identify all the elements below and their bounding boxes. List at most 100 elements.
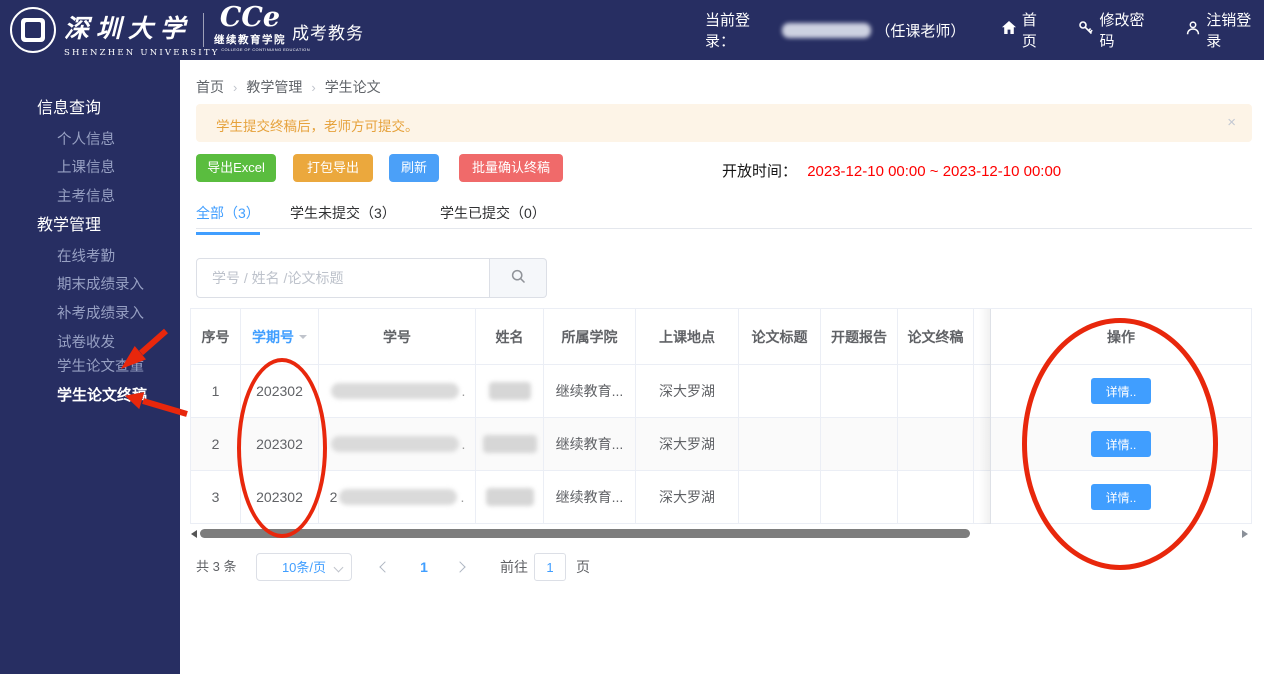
cell-name <box>476 471 544 524</box>
cell-action: 详情.. <box>991 365 1252 418</box>
nav-logout[interactable]: 注销登录 <box>1185 9 1264 51</box>
sidebar-item-paper-delivery[interactable]: 试卷收发 <box>0 332 180 354</box>
key-icon <box>1078 20 1099 40</box>
sidebar-item-final-grades[interactable]: 期末成绩录入 <box>0 274 180 296</box>
package-export-button[interactable]: 打包导出 <box>293 154 373 182</box>
cell-clipped <box>974 471 991 524</box>
cell-title <box>739 365 821 418</box>
sidebar-item-attendance[interactable]: 在线考勤 <box>0 246 180 268</box>
nav-home-label: 首页 <box>1021 12 1037 50</box>
open-time-value: 2023-12-10 00:00 ~ 2023-12-10 00:00 <box>807 163 1062 180</box>
col-header-action: 操作 <box>991 309 1252 365</box>
cell-clipped <box>974 365 991 418</box>
cell-location: 深大罗湖 <box>636 365 739 418</box>
tab-all[interactable]: 全部（3） <box>196 203 260 235</box>
student-no-redacted <box>339 489 458 505</box>
cell-proposal <box>821 365 898 418</box>
export-excel-button[interactable]: 导出Excel <box>196 154 276 182</box>
close-icon[interactable]: × <box>1227 114 1236 131</box>
cell-proposal <box>821 471 898 524</box>
college-name-en: COLLEGE OF CONTINUING EDUCATION <box>221 47 310 53</box>
cell-clipped <box>974 418 991 471</box>
nav-change-password[interactable]: 修改密码 <box>1078 9 1157 51</box>
top-header: 深圳大学 SHENZHEN UNIVERSITY CCe 继续教育学院 COLL… <box>0 0 1264 60</box>
sidebar-section-teaching: 教学管理 <box>37 217 102 234</box>
university-name-cn: 深圳大学 <box>64 14 193 43</box>
page-size-select[interactable]: 10条/页 <box>256 553 352 581</box>
name-redacted <box>485 488 534 506</box>
cell-location: 深大罗湖 <box>636 418 739 471</box>
notice-banner: 学生提交终稿后，老师方可提交。 × <box>196 104 1252 142</box>
sidebar-item-thesis-final[interactable]: 学生论文终稿 <box>0 385 180 407</box>
col-header-proposal: 开题报告 <box>821 309 898 365</box>
cell-index: 2 <box>191 418 241 471</box>
student-no-redacted <box>330 436 459 452</box>
cell-proposal <box>821 418 898 471</box>
university-logo: 深圳大学 SHENZHEN UNIVERSITY <box>64 9 220 58</box>
cell-action: 详情.. <box>991 418 1252 471</box>
search-icon <box>510 268 527 288</box>
sidebar: 信息查询 个人信息 上课信息 主考信息 教学管理 在线考勤 期末成绩录入 补考成… <box>0 60 180 674</box>
sidebar-section-info: 信息查询 <box>37 100 102 117</box>
breadcrumb-teaching[interactable]: 教学管理 <box>246 77 302 97</box>
hscroll-right-arrow-icon[interactable] <box>1242 530 1248 538</box>
breadcrumb: 首页 › 教学管理 › 学生论文 <box>196 77 381 97</box>
cell-location: 深大罗湖 <box>636 471 739 524</box>
sidebar-item-exam-info[interactable]: 主考信息 <box>0 186 180 208</box>
cell-index: 3 <box>191 471 241 524</box>
cell-name <box>476 418 544 471</box>
nav-change-password-label: 修改密码 <box>1099 12 1145 50</box>
sidebar-item-thesis-check[interactable]: 学生论文查重 <box>0 356 180 378</box>
search-button[interactable] <box>490 258 547 298</box>
current-page[interactable]: 1 <box>412 553 436 581</box>
breadcrumb-separator-icon: › <box>233 79 238 95</box>
nav-home[interactable]: 首页 <box>1001 9 1051 51</box>
student-no-suffix: . <box>461 383 466 399</box>
col-header-term[interactable]: 学期号 <box>241 309 319 365</box>
detail-button[interactable]: 详情.. <box>1091 431 1151 457</box>
notice-text: 学生提交终稿后，老师方可提交。 <box>216 119 419 134</box>
login-role: （任课老师） <box>875 22 966 40</box>
chevron-down-icon <box>333 562 344 573</box>
table-header-row: 序号 学期号 学号 姓名 所属学院 上课地点 论文标题 开题报告 论文终稿 操作 <box>191 309 1252 365</box>
search-input[interactable] <box>196 258 490 298</box>
col-header-term-label: 学期号 <box>252 328 294 345</box>
col-header-index: 序号 <box>191 309 241 365</box>
detail-button[interactable]: 详情.. <box>1091 378 1151 404</box>
cell-term: 202302 <box>241 471 319 524</box>
breadcrumb-home[interactable]: 首页 <box>196 77 224 97</box>
student-no-suffix: . <box>461 436 466 452</box>
university-seal-icon <box>10 7 56 53</box>
hscroll-thumb[interactable] <box>200 529 970 538</box>
cell-action: 详情.. <box>991 471 1252 524</box>
batch-confirm-button[interactable]: 批量确认终稿 <box>459 154 563 182</box>
nav-logout-label: 注销登录 <box>1206 12 1252 50</box>
university-name-en: SHENZHEN UNIVERSITY <box>64 48 220 58</box>
student-no-redacted <box>330 383 459 399</box>
col-header-location: 上课地点 <box>636 309 739 365</box>
page: 深圳大学 SHENZHEN UNIVERSITY CCe 继续教育学院 COLL… <box>0 0 1264 674</box>
cell-title <box>739 471 821 524</box>
sidebar-item-class-info[interactable]: 上课信息 <box>0 157 180 179</box>
logo-divider <box>203 13 204 47</box>
hscroll-left-arrow-icon[interactable] <box>191 530 197 538</box>
login-name-redacted <box>781 22 872 38</box>
goto-page-input[interactable] <box>534 553 566 581</box>
page-size-value: 10条/页 <box>281 560 327 575</box>
tab-submitted[interactable]: 学生已提交（0） <box>440 203 546 232</box>
refresh-button[interactable]: 刷新 <box>389 154 439 182</box>
sidebar-item-personal-info[interactable]: 个人信息 <box>0 129 180 151</box>
tab-not-submitted[interactable]: 学生未提交（3） <box>290 203 396 232</box>
cell-final <box>898 418 974 471</box>
detail-button[interactable]: 详情.. <box>1091 484 1151 510</box>
cell-college: 继续教育... <box>544 365 636 418</box>
open-time: 开放时间： 2023-12-10 00:00 ~ 2023-12-10 00:0… <box>722 160 1061 181</box>
header-right: 当前登录： （任课老师） 首页 修改密码 注销登录 <box>705 0 1264 60</box>
cell-college: 继续教育... <box>544 418 636 471</box>
next-page-button[interactable] <box>452 553 472 581</box>
prev-page-button[interactable] <box>375 553 395 581</box>
student-no-prefix: 2 <box>329 489 338 505</box>
logout-user-icon <box>1185 20 1206 40</box>
sidebar-item-makeup-grades[interactable]: 补考成绩录入 <box>0 303 180 325</box>
col-header-final: 论文终稿 <box>898 309 974 365</box>
